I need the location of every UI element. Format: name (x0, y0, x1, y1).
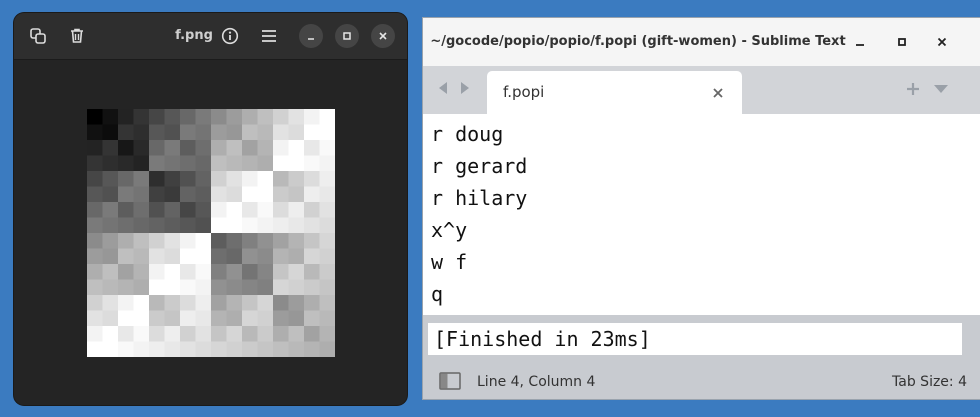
status-bar: Line 4, Column 4 Tab Size: 4 (423, 362, 980, 399)
info-icon[interactable] (220, 26, 240, 46)
sublime-titlebar: ~/gocode/popio/popio/f.popi (gift-women)… (423, 18, 980, 66)
tab-label: f.popi (503, 83, 545, 101)
sidebar-toggle-icon[interactable] (439, 372, 461, 390)
code-line[interactable]: q (431, 278, 443, 310)
tab-size[interactable]: Tab Size: 4 (892, 362, 967, 402)
minimize-icon[interactable] (299, 24, 323, 48)
build-output-text: [Finished in 23ms] (434, 327, 651, 351)
code-line[interactable]: r doug (431, 118, 503, 150)
build-output[interactable]: [Finished in 23ms] (428, 323, 962, 355)
viewer-header: f.png (14, 13, 407, 60)
sublime-window: ~/gocode/popio/popio/f.popi (gift-women)… (423, 18, 980, 399)
copy-icon[interactable] (28, 26, 48, 46)
close-icon[interactable] (933, 33, 951, 51)
trash-icon[interactable] (67, 26, 87, 46)
nav-right-icon[interactable] (457, 80, 473, 96)
maximize-icon[interactable] (335, 24, 359, 48)
code-line[interactable]: x^y (431, 214, 467, 246)
image-viewer-window: f.png (14, 13, 407, 405)
dropdown-icon[interactable] (932, 80, 950, 98)
code-line[interactable]: w f (431, 246, 467, 278)
add-tab-icon[interactable] (904, 80, 922, 98)
editor-area[interactable]: r doug r gerard r hilary x^y w f q (423, 114, 980, 314)
cursor-position: Line 4, Column 4 (477, 374, 596, 390)
menu-icon[interactable] (259, 26, 279, 46)
code-line[interactable]: r hilary (431, 182, 527, 214)
tab-close-icon[interactable] (710, 85, 726, 101)
close-icon[interactable] (371, 24, 395, 48)
nav-left-icon[interactable] (435, 80, 451, 96)
minimize-icon[interactable] (851, 33, 869, 51)
sublime-title: ~/gocode/popio/popio/f.popi (gift-women)… (430, 34, 846, 49)
tab-bar: f.popi (423, 66, 980, 114)
displayed-image (87, 109, 335, 357)
output-panel: [Finished in 23ms] (423, 315, 980, 362)
tab-f-popi[interactable]: f.popi (487, 71, 742, 114)
code-line[interactable]: r gerard (431, 150, 527, 182)
maximize-icon[interactable] (893, 33, 911, 51)
